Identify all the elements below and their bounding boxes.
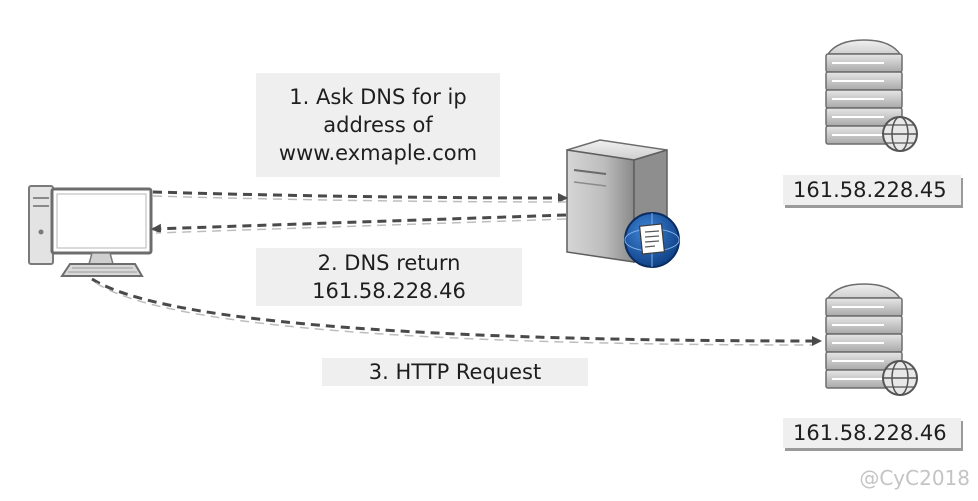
step2-label: 2. DNS return 161.58.228.46: [256, 248, 522, 306]
step1-line3: www.exmaple.com: [278, 141, 478, 165]
desktop-computer-icon: [28, 185, 153, 277]
server-a-ip-label: 161.58.228.45: [783, 175, 961, 205]
server-b-ip-label: 161.58.228.46: [783, 418, 961, 448]
server-b-ip-text: 161.58.228.46: [793, 421, 947, 445]
dns-server-icon: [566, 139, 680, 268]
step2-line2: 161.58.228.46: [312, 279, 466, 303]
step3-label: 3. HTTP Request: [322, 358, 588, 386]
watermark: @CyC2018: [859, 466, 970, 490]
web-server-a-icon: [825, 39, 918, 152]
server-a-ip-text: 161.58.228.45: [793, 178, 947, 202]
step1-line1: 1. Ask DNS for ip: [289, 85, 467, 109]
step2-line1: 2. DNS return: [317, 251, 461, 275]
arrow-step2-response: [151, 213, 567, 234]
step3-text: 3. HTTP Request: [368, 360, 542, 384]
web-server-b-icon: [825, 283, 918, 396]
step1-label: 1. Ask DNS for ip address of www.exmaple…: [256, 73, 500, 177]
globe-document-icon: [624, 212, 680, 268]
step1-line2: address of: [323, 113, 433, 137]
